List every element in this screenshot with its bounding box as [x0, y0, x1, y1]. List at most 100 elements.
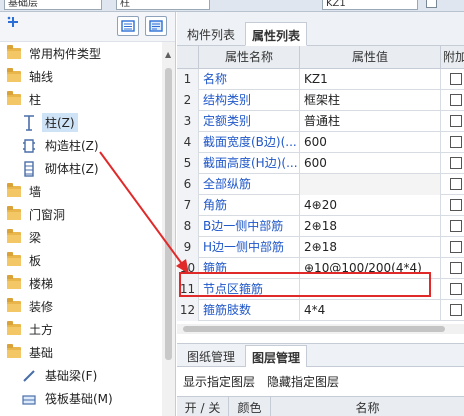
grid-horizontal-scrollbar[interactable] [177, 324, 464, 334]
tree-item-folder[interactable]: 梁 [0, 226, 162, 249]
extra-checkbox[interactable] [450, 157, 462, 169]
table-view-button[interactable] [145, 16, 167, 36]
extra-checkbox[interactable] [450, 94, 462, 106]
extra-checkbox[interactable] [450, 220, 462, 232]
tree-item-folder[interactable]: 门窗洞 [0, 203, 162, 226]
header-property-value: 属性值 [300, 46, 441, 69]
row-index: 4 [177, 132, 199, 153]
property-value[interactable]: 4⊕20 [300, 195, 441, 216]
extra-checkbox[interactable] [450, 178, 462, 190]
folder-icon [7, 252, 21, 266]
property-row[interactable]: 8 B边一侧中部筋 2⊕18 [177, 216, 464, 237]
row-index: 9 [177, 237, 199, 258]
tab-layer-management[interactable]: 图层管理 [245, 345, 308, 367]
tree-scrollbar[interactable]: ▲ [162, 42, 175, 416]
property-row[interactable]: 1 名称 KZ1 [177, 69, 464, 90]
component-name-select[interactable]: KZ1 [322, 0, 418, 10]
property-row[interactable]: 2 结构类别 框架柱 [177, 90, 464, 111]
property-row[interactable]: 6 全部纵筋 [177, 174, 464, 195]
extra-checkbox[interactable] [450, 304, 462, 316]
tree-item-folder[interactable]: 常用构件类型 [0, 42, 162, 65]
top-toolbar: 基础层 柱 KZ1 [0, 0, 464, 12]
property-row[interactable]: 12 箍筋肢数 4*4 [177, 300, 464, 321]
extra-checkbox[interactable] [450, 73, 462, 85]
tree-item-child[interactable]: 筏板基础(M) [0, 387, 162, 410]
extra-checkbox[interactable] [450, 241, 462, 253]
tab-component-list[interactable]: 构件列表 [181, 22, 241, 46]
property-row[interactable]: 4 截面宽度(B边)(... 600 [177, 132, 464, 153]
component-type-select[interactable]: 柱 [116, 0, 210, 10]
property-value[interactable] [300, 174, 441, 195]
foundation-beam-icon [22, 368, 36, 384]
property-row[interactable]: 3 定额类别 普通柱 [177, 111, 464, 132]
add-icon[interactable] [6, 15, 20, 29]
extra-cell [441, 69, 464, 90]
tree-item-label: 柱(Z) [42, 113, 78, 132]
property-name: 名称 [199, 69, 300, 90]
tree-scroll-thumb[interactable] [165, 68, 172, 360]
constructional-column-icon [22, 138, 36, 154]
tab-property-list[interactable]: 属性列表 [245, 22, 308, 46]
header-layer-name: 名称 [355, 401, 380, 415]
folder-icon [7, 321, 21, 335]
tree-item-label: 构造柱(Z) [45, 139, 99, 153]
extra-checkbox[interactable] [450, 283, 462, 295]
property-value[interactable]: 普通柱 [300, 111, 441, 132]
property-value[interactable]: 框架柱 [300, 90, 441, 111]
tree-item-label: 砌体柱(Z) [45, 162, 99, 176]
property-panel: 构件列表 属性列表 属性名称 属性值 附加 1 名称 KZ1 2 结构类别 框架柱 3 定额类… [177, 12, 464, 416]
property-value[interactable]: 2⊕18 [300, 237, 441, 258]
tree-item-child[interactable]: 构造柱(Z) [0, 134, 162, 157]
property-row[interactable]: 7 角筋 4⊕20 [177, 195, 464, 216]
tree-item-folder[interactable]: 轴线 [0, 65, 162, 88]
property-value[interactable]: 2⊕18 [300, 216, 441, 237]
scroll-up-icon[interactable]: ▲ [165, 50, 171, 59]
property-row[interactable]: 5 截面高度(H边)(... 600 [177, 153, 464, 174]
row-index: 12 [177, 300, 199, 321]
extra-checkbox[interactable] [450, 115, 462, 127]
tree-item-child[interactable]: 砌体柱(Z) [0, 157, 162, 180]
tree-item-child[interactable]: 基础梁(F) [0, 364, 162, 387]
extra-cell [441, 111, 464, 132]
extra-checkbox[interactable] [450, 262, 462, 274]
extra-cell [441, 132, 464, 153]
top-checkbox[interactable] [426, 0, 437, 8]
tree-item-child[interactable]: 柱(Z) [0, 111, 162, 134]
tree-item-folder[interactable]: 楼梯 [0, 272, 162, 295]
header-on-off: 开 / 关 [177, 397, 229, 416]
property-name: 箍筋肢数 [199, 300, 300, 321]
property-value[interactable]: 600 [300, 132, 441, 153]
property-name: 角筋 [199, 195, 300, 216]
header-extra: 附加 [443, 50, 464, 64]
property-name: 截面高度(H边)(... [199, 153, 300, 174]
extra-checkbox[interactable] [450, 136, 462, 148]
tree-item-folder[interactable]: 墙 [0, 180, 162, 203]
folder-icon [7, 344, 21, 358]
grid-scroll-thumb[interactable] [183, 326, 445, 332]
tree-item-folder[interactable]: 板 [0, 249, 162, 272]
tree-item-label: 柱 [29, 93, 42, 107]
folder-icon [7, 45, 21, 59]
floor-select[interactable]: 基础层 [4, 0, 102, 10]
property-name: 全部纵筋 [199, 174, 300, 195]
show-layer-button[interactable]: 显示指定图层 [183, 373, 255, 390]
hide-layer-button[interactable]: 隐藏指定图层 [267, 373, 339, 390]
tab-drawing-management[interactable]: 图纸管理 [181, 345, 241, 367]
list-view-button[interactable] [117, 16, 139, 36]
tree-item-folder[interactable]: 柱 [0, 88, 162, 111]
tree-item-folder[interactable]: 土方 [0, 318, 162, 341]
folder-icon [7, 68, 21, 82]
tree-item-folder[interactable]: 基础 [0, 341, 162, 364]
folder-icon [7, 229, 21, 243]
tree-item-folder[interactable]: 装修 [0, 295, 162, 318]
header-index [177, 46, 199, 69]
property-value[interactable]: 4*4 [300, 300, 441, 321]
row-index: 6 [177, 174, 199, 195]
row-index: 7 [177, 195, 199, 216]
tree-item-label: 墙 [29, 185, 42, 199]
extra-checkbox[interactable] [450, 199, 462, 211]
property-value[interactable]: KZ1 [300, 69, 441, 90]
tree-item-label: 常用构件类型 [29, 47, 102, 61]
property-row[interactable]: 9 H边一侧中部筋 2⊕18 [177, 237, 464, 258]
property-value[interactable]: 600 [300, 153, 441, 174]
